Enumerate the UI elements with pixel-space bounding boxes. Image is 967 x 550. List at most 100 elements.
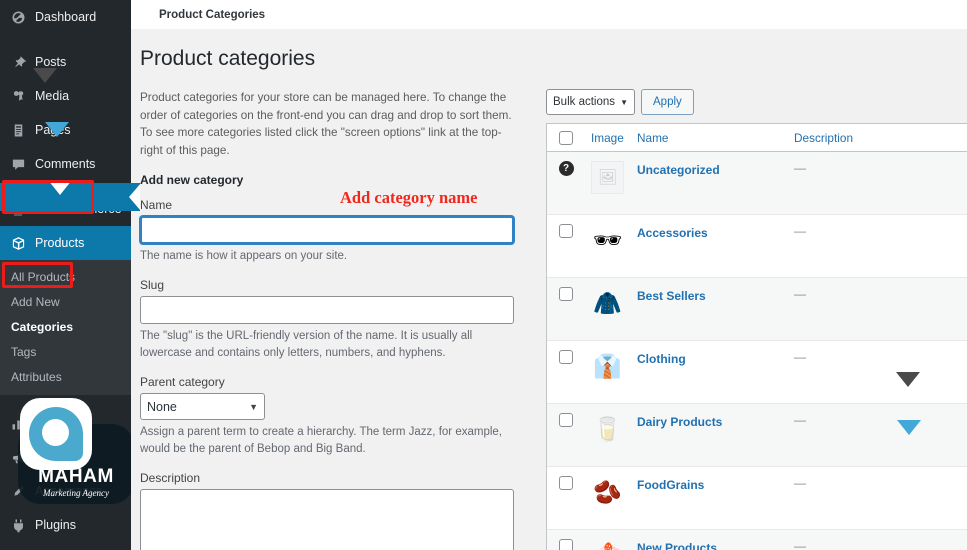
submenu-item-label: Categories <box>11 319 74 334</box>
chevron-down-icon: ▼ <box>249 401 258 412</box>
table-row[interactable]: 🍰 New Products — <box>547 530 967 550</box>
parent-field-help: Assign a parent term to create a hierarc… <box>140 426 502 456</box>
category-link[interactable]: Uncategorized <box>637 163 720 177</box>
row-name-cell: Uncategorized <box>637 161 794 179</box>
row-checkbox[interactable] <box>559 287 573 301</box>
sidebar-item-label: Products <box>35 236 85 250</box>
table-row[interactable]: 🧥 Best Sellers — <box>547 278 967 341</box>
categories-table: Image Name Description ? 🖼 Uncategorized… <box>546 123 967 550</box>
row-description-cell: — <box>794 539 806 550</box>
row-select-cell <box>547 476 585 490</box>
table-row[interactable]: ? 🖼 Uncategorized — <box>547 152 967 215</box>
category-link[interactable]: Best Sellers <box>637 289 706 303</box>
row-select-cell <box>547 287 585 301</box>
pin-icon <box>8 52 28 72</box>
breadcrumb: Product Categories <box>159 8 266 21</box>
table-row[interactable]: 🫘 FoodGrains — <box>547 467 967 530</box>
content-wrapper: Product categories Product categories fo… <box>131 29 967 550</box>
sidebar-item-users[interactable]: Users <box>0 542 131 550</box>
row-name-cell: FoodGrains <box>637 476 794 494</box>
sidebar-item-appearance[interactable]: Appearance <box>0 474 131 508</box>
row-description-cell: — <box>794 350 806 364</box>
category-link[interactable]: FoodGrains <box>637 478 704 492</box>
plugins-icon <box>8 515 28 535</box>
row-select-cell: ? <box>547 161 585 176</box>
column-header-description[interactable]: Description <box>794 131 967 145</box>
page-title: Product categories <box>140 47 316 70</box>
sidebar-item-label: Plugins <box>35 518 76 532</box>
sidebar-item-label: Analytics <box>35 416 86 430</box>
sidebar-item-media[interactable]: Media <box>0 79 131 113</box>
table-row[interactable]: 🕶 Accessories — <box>547 215 967 278</box>
row-checkbox[interactable] <box>559 476 573 490</box>
submenu-item-attributes[interactable]: Attributes <box>0 364 131 389</box>
two-column-layout: Product categories for your store can be… <box>140 89 967 550</box>
column-header-image[interactable]: Image <box>585 131 637 145</box>
table-row[interactable]: 🥛 Dairy Products — <box>547 404 967 467</box>
category-thumbnail: 👔 <box>593 353 622 379</box>
sidebar-item-plugins[interactable]: Plugins <box>0 508 131 542</box>
row-name-cell: Accessories <box>637 224 794 242</box>
name-field-help: The name is how it appears on your site. <box>140 250 348 263</box>
bulk-actions-select[interactable]: Bulk actions ▼ <box>546 89 635 115</box>
row-image-cell: 🕶 <box>585 224 637 257</box>
row-image-cell: 🥛 <box>585 413 637 446</box>
submenu-item-add-new[interactable]: Add New <box>0 289 131 314</box>
slug-field-label: Slug <box>140 278 165 293</box>
cursor-triangle-dairy <box>897 420 921 435</box>
locked-term-icon: ? <box>558 161 574 176</box>
apply-button[interactable]: Apply <box>641 89 694 115</box>
products-icon <box>8 233 28 253</box>
row-name-cell: Dairy Products <box>637 413 794 431</box>
row-checkbox[interactable] <box>559 539 573 550</box>
row-checkbox[interactable] <box>559 413 573 427</box>
submenu-item-label: All Products <box>11 269 76 284</box>
sidebar-item-label: Appearance <box>35 484 103 498</box>
sidebar-item-products[interactable]: Products <box>0 226 131 260</box>
row-name-cell: New Products <box>637 539 794 550</box>
bulk-actions-value: Bulk actions <box>553 96 616 108</box>
sidebar-item-analytics[interactable]: Analytics <box>0 406 131 440</box>
row-image-cell: 👔 <box>585 350 637 383</box>
parent-category-value: None <box>147 399 177 414</box>
description-textarea[interactable] <box>140 489 514 550</box>
chevron-down-icon: ▼ <box>620 97 628 107</box>
sidebar-item-posts[interactable]: Posts <box>0 45 131 79</box>
form-heading: Add new category <box>140 173 244 188</box>
category-link[interactable]: Accessories <box>637 226 708 240</box>
admin-screen: Dashboard Posts Media Pages Comments Pro… <box>0 0 967 550</box>
category-link[interactable]: Clothing <box>637 352 686 366</box>
row-image-cell: 🍰 <box>585 539 637 550</box>
sidebar-item-label: Posts <box>35 55 67 69</box>
name-input[interactable] <box>140 216 514 245</box>
row-name-cell: Clothing <box>637 350 794 368</box>
category-link[interactable]: New Products <box>637 541 717 550</box>
row-checkbox[interactable] <box>559 224 573 238</box>
row-image-cell: 🧥 <box>585 287 637 320</box>
row-checkbox[interactable] <box>559 350 573 364</box>
appearance-icon <box>8 481 28 501</box>
parent-field-label: Parent category <box>140 375 225 390</box>
sidebar-item-label: Comments <box>35 157 96 171</box>
image-placeholder-icon: 🖼 <box>591 161 624 194</box>
sidebar-item-marketing[interactable]: Marketing <box>0 440 131 474</box>
column-header-name[interactable]: Name <box>637 131 794 145</box>
category-thumbnail: 🫘 <box>593 479 622 505</box>
sidebar-divider <box>0 395 131 406</box>
select-all-checkbox[interactable] <box>559 130 573 145</box>
dashboard-icon <box>8 7 28 27</box>
submenu-item-categories[interactable]: Categories <box>0 314 131 339</box>
categories-table-panel: Bulk actions ▼ Apply Image Name Descript… <box>540 89 967 550</box>
sidebar-item-dashboard[interactable]: Dashboard <box>0 0 131 34</box>
category-thumbnail: 🥛 <box>593 416 622 442</box>
row-select-cell <box>547 413 585 427</box>
category-link[interactable]: Dairy Products <box>637 415 722 429</box>
sidebar-item-comments[interactable]: Comments <box>0 147 131 181</box>
products-submenu: All Products Add New Categories Tags Att… <box>0 260 131 395</box>
slug-input[interactable] <box>140 296 514 325</box>
submenu-item-tags[interactable]: Tags <box>0 339 131 364</box>
media-icon <box>8 86 28 106</box>
submenu-item-all-products[interactable]: All Products <box>0 264 131 289</box>
row-select-cell <box>547 539 585 550</box>
parent-category-select[interactable]: None ▼ <box>140 393 265 421</box>
